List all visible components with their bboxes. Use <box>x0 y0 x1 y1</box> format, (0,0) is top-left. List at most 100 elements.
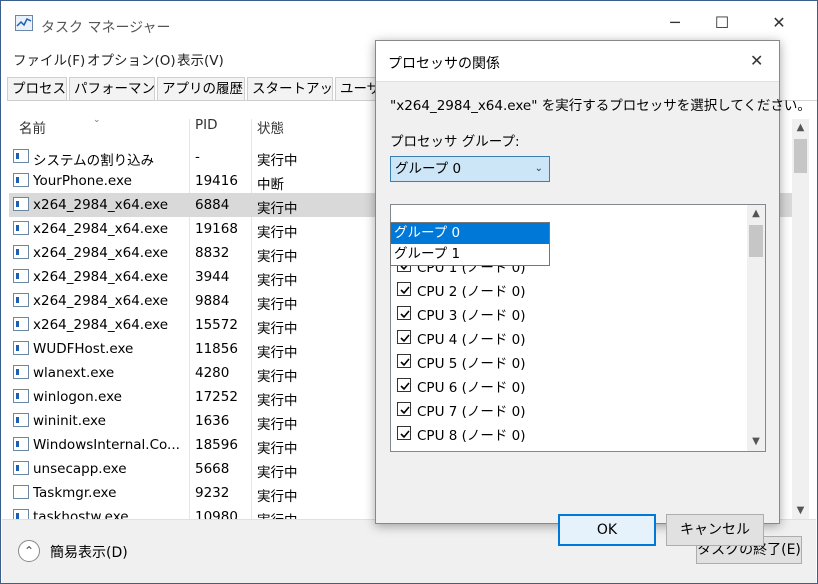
scroll-down-icon[interactable]: ▼ <box>792 502 809 519</box>
process-pid: 11856 <box>195 341 238 357</box>
close-button[interactable]: ✕ <box>761 11 797 35</box>
process-status: 実行中 <box>257 273 298 289</box>
process-pid: 17252 <box>195 389 238 405</box>
process-name: x264_2984_x64.exe <box>33 221 169 237</box>
process-status: 実行中 <box>257 369 298 385</box>
app-window-icon <box>13 437 29 451</box>
process-name: YourPhone.exe <box>33 173 132 189</box>
app-window-icon <box>13 197 29 211</box>
app-window-icon <box>13 317 29 331</box>
app-window-icon <box>13 221 29 235</box>
app-window-icon <box>13 389 29 403</box>
process-name: unsecapp.exe <box>33 461 127 477</box>
scroll-up-icon[interactable]: ▲ <box>747 205 765 223</box>
process-status: 実行中 <box>257 465 298 481</box>
process-pid: 3944 <box>195 269 230 285</box>
cpu-label: CPU 6 (ノード 0) <box>417 380 526 396</box>
fewer-details-link[interactable]: 簡易表示(D) <box>50 542 128 562</box>
cpu-label: CPU 4 (ノード 0) <box>417 332 526 348</box>
cpu-list-scrollbar[interactable]: ▲ ▼ <box>747 205 765 451</box>
process-pid: - <box>195 149 200 165</box>
process-name: Taskmgr.exe <box>33 485 117 501</box>
processor-group-label: プロセッサ グループ: <box>390 134 520 150</box>
checkbox[interactable] <box>397 378 411 392</box>
process-name: wininit.exe <box>33 413 106 429</box>
checkbox[interactable] <box>397 282 411 296</box>
process-name: x264_2984_x64.exe <box>33 197 169 213</box>
process-pid: 18596 <box>195 437 238 453</box>
scroll-up-icon[interactable]: ▲ <box>792 119 809 136</box>
column-header-status[interactable]: 状態 <box>257 117 284 143</box>
process-status: 実行中 <box>257 297 298 313</box>
process-status: 実行中 <box>257 153 298 169</box>
tab-performance[interactable]: パフォーマンス <box>69 77 155 101</box>
dialog-close-icon[interactable]: ✕ <box>750 51 763 70</box>
process-pid: 15572 <box>195 317 238 333</box>
app-window-icon <box>13 269 29 283</box>
process-name: x264_2984_x64.exe <box>33 269 169 285</box>
app-window-icon <box>13 293 29 307</box>
checkbox[interactable] <box>397 426 411 440</box>
process-status: 実行中 <box>257 249 298 265</box>
cpu-label: CPU 7 (ノード 0) <box>417 404 526 420</box>
cpu-label: CPU 5 (ノード 0) <box>417 356 526 372</box>
process-list-scrollbar[interactable]: ▲ ▼ <box>792 119 809 519</box>
process-pid: 1636 <box>195 413 230 429</box>
processor-affinity-dialog: プロセッサの関係 ✕ "x264_2984_x64.exe" を実行するプロセッ… <box>375 40 811 546</box>
process-status: 実行中 <box>257 201 298 217</box>
dialog-body: "x264_2984_x64.exe" を実行するプロセッサを選択してください。… <box>376 81 811 546</box>
process-name: x264_2984_x64.exe <box>33 245 169 261</box>
cpu-label: CPU 2 (ノード 0) <box>417 284 526 300</box>
checkbox[interactable] <box>397 402 411 416</box>
menu-view[interactable]: 表示(V) <box>177 49 224 69</box>
checkbox[interactable] <box>397 306 411 320</box>
title-bar[interactable]: タスク マネージャー ─ ☐ ✕ <box>1 1 817 37</box>
chevron-down-icon: ⌄ <box>534 163 543 174</box>
maximize-button[interactable]: ☐ <box>704 11 740 35</box>
process-pid: 19168 <box>195 221 238 237</box>
ok-button[interactable]: OK <box>558 514 656 546</box>
process-pid: 9884 <box>195 293 230 309</box>
checkbox[interactable] <box>397 354 411 368</box>
group-option[interactable]: グループ 1 <box>391 244 549 265</box>
process-name: システムの割り込み <box>33 153 155 169</box>
process-status: 実行中 <box>257 345 298 361</box>
process-status: 実行中 <box>257 225 298 241</box>
process-name: x264_2984_x64.exe <box>33 317 169 333</box>
process-status: 実行中 <box>257 417 298 433</box>
column-header-pid[interactable]: PID <box>195 117 218 143</box>
processor-group-value: グループ 0 <box>395 161 462 177</box>
cpu-label: CPU 3 (ノード 0) <box>417 308 526 324</box>
task-manager-icon <box>13 485 29 499</box>
tab-startup[interactable]: スタートアップ <box>247 77 333 101</box>
scroll-thumb[interactable] <box>794 139 807 173</box>
process-name: WindowsInternal.Co... <box>33 437 180 453</box>
process-pid: 5668 <box>195 461 230 477</box>
checkbox[interactable] <box>397 330 411 344</box>
cancel-button[interactable]: キャンセル <box>666 514 764 546</box>
minimize-button[interactable]: ─ <box>657 11 693 35</box>
process-status: 実行中 <box>257 393 298 409</box>
tab-app-history[interactable]: アプリの履歴 <box>157 77 245 101</box>
app-window-icon <box>13 245 29 259</box>
menu-file[interactable]: ファイル(F) <box>13 49 85 69</box>
menu-options[interactable]: オプション(O) <box>87 49 176 69</box>
tab-processes[interactable]: プロセス <box>7 77 67 101</box>
process-name: x264_2984_x64.exe <box>33 293 169 309</box>
process-name: winlogon.exe <box>33 389 122 405</box>
dialog-title: プロセッサの関係 <box>388 56 500 72</box>
chevron-up-icon[interactable]: ⌃ <box>18 540 40 562</box>
group-option[interactable]: グループ 0 <box>391 223 549 244</box>
app-window-icon <box>13 173 29 187</box>
processor-group-dropdown: グループ 0 グループ 1 <box>390 222 550 266</box>
processor-group-select[interactable]: グループ 0 ⌄ <box>390 156 550 182</box>
task-manager-icon <box>15 15 33 31</box>
process-pid: 4280 <box>195 365 230 381</box>
column-header-name[interactable]: 名前 <box>19 117 46 143</box>
scroll-down-icon[interactable]: ▼ <box>747 433 765 451</box>
process-pid: 9232 <box>195 485 230 501</box>
app-window-icon <box>13 461 29 475</box>
process-status: 実行中 <box>257 321 298 337</box>
app-window-icon <box>13 341 29 355</box>
scroll-thumb[interactable] <box>749 225 763 257</box>
